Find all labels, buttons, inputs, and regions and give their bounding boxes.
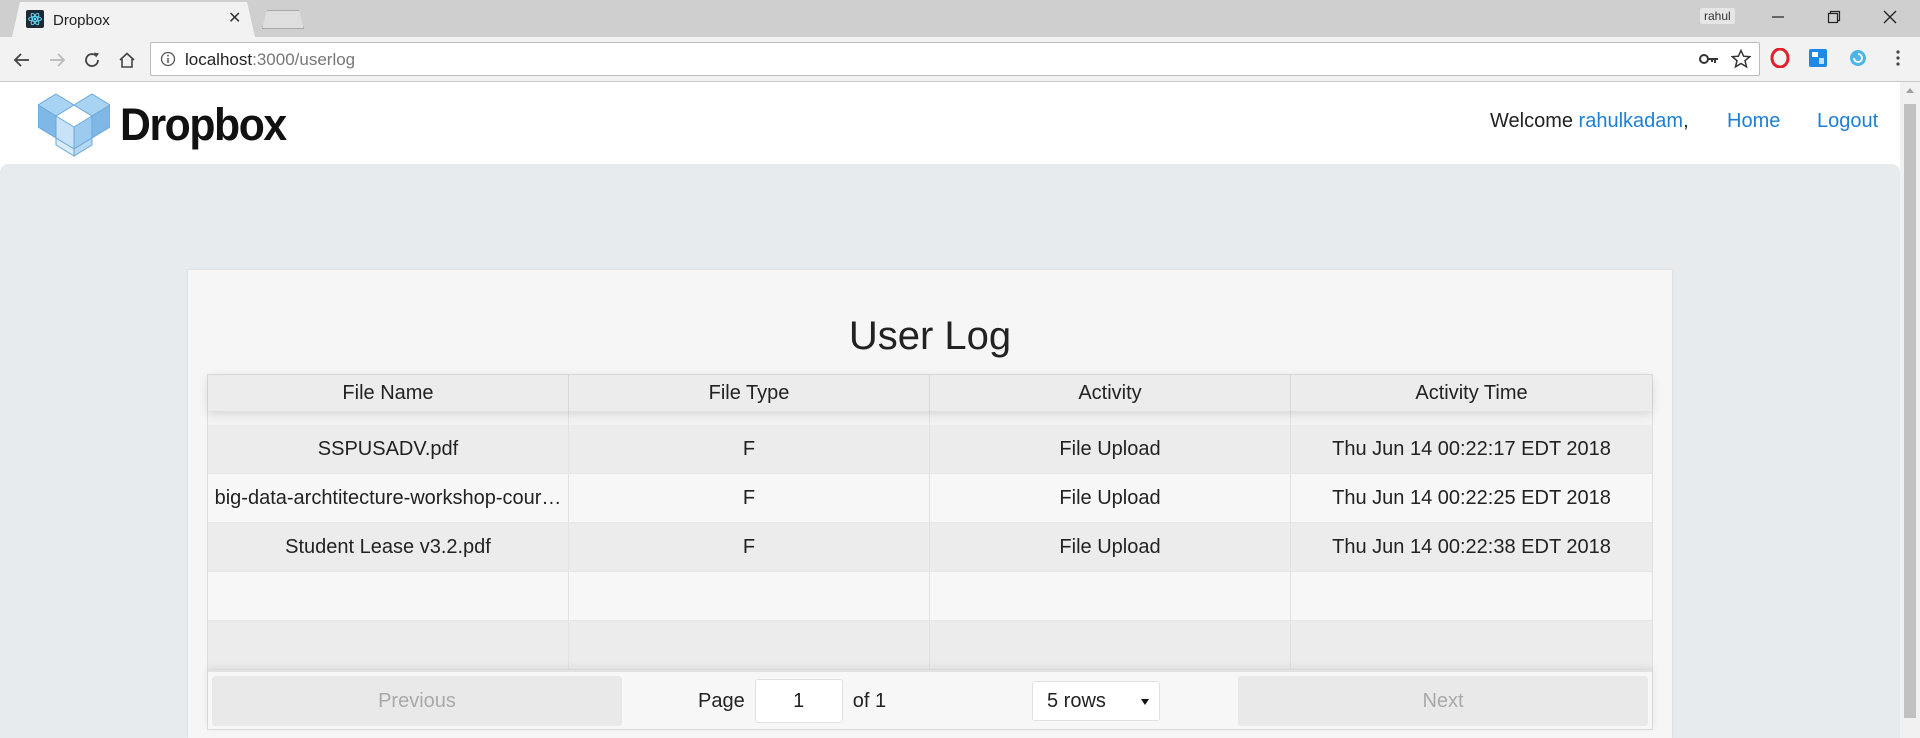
close-icon (1883, 10, 1897, 24)
cell-activity: File Upload (930, 523, 1291, 571)
column-header-file-type[interactable]: File Type (569, 375, 930, 411)
table-row[interactable]: big-data-archtitecture-workshop-cour… F … (208, 474, 1652, 523)
tab-title: Dropbox (53, 12, 110, 29)
back-arrow-icon (13, 53, 29, 67)
key-icon[interactable] (1699, 51, 1719, 67)
cell-file-name: SSPUSADV.pdf (208, 425, 569, 473)
column-header-activity-time[interactable]: Activity Time (1291, 375, 1652, 411)
scroll-thumb[interactable] (1904, 104, 1916, 718)
cell-activity-time: Thu Jun 14 00:22:25 EDT 2018 (1332, 487, 1611, 509)
user-log-table: File Name File Type Activity Activity Ti… (207, 374, 1653, 730)
table-body: SSPUSADV.pdf F File Upload Thu Jun 14 00… (208, 411, 1652, 670)
url-text: localhost:3000/userlog (185, 50, 356, 69)
next-button[interactable]: Next (1238, 676, 1648, 726)
cell-file-type: F (569, 523, 930, 571)
forward-arrow-icon (50, 53, 66, 67)
browser-tabstrip: Dropbox ✕ rahul (0, 0, 1920, 37)
restore-button[interactable] (1806, 0, 1862, 34)
table-spacer (208, 411, 1652, 425)
new-tab-button[interactable] (262, 10, 304, 29)
home-link[interactable]: Home (1727, 110, 1780, 133)
extension-globe-icon[interactable] (1848, 48, 1868, 68)
close-window-button[interactable] (1862, 0, 1918, 34)
page-number-input[interactable] (754, 679, 843, 723)
column-header-file-name[interactable]: File Name (208, 375, 569, 411)
react-icon (26, 10, 44, 28)
username-link[interactable]: rahulkadam (1579, 110, 1684, 132)
logout-link[interactable]: Logout (1817, 110, 1878, 133)
minimize-button[interactable] (1750, 0, 1806, 34)
column-header-activity[interactable]: Activity (930, 375, 1291, 411)
cell-activity: File Upload (930, 425, 1291, 473)
dropbox-box-icon (38, 93, 110, 157)
forward-button[interactable] (44, 47, 70, 73)
table-header: File Name File Type Activity Activity Ti… (208, 375, 1652, 411)
user-log-card: User Log File Name File Type Activity Ac… (188, 270, 1672, 738)
logo-text: Dropbox (120, 99, 287, 150)
welcome-text: Welcome rahulkadam, (1490, 110, 1689, 132)
profile-name[interactable]: rahul (1700, 8, 1735, 24)
browser-tab[interactable]: Dropbox ✕ (12, 2, 255, 37)
page-label: Page (698, 689, 745, 712)
cell-activity: File Upload (930, 474, 1291, 522)
tab-close-icon[interactable]: ✕ (228, 10, 241, 28)
home-browser-button[interactable] (114, 47, 140, 73)
previous-button[interactable]: Previous (212, 676, 622, 726)
page-title: User Log (848, 314, 1012, 358)
minimize-icon (1772, 16, 1784, 18)
table-row-empty (208, 621, 1652, 670)
scroll-up-icon[interactable] (1906, 88, 1914, 93)
extension-icon[interactable] (1808, 48, 1828, 68)
table-row[interactable]: SSPUSADV.pdf F File Upload Thu Jun 14 00… (208, 425, 1652, 474)
home-icon (119, 52, 135, 68)
rows-per-page-select[interactable]: 5 rows (1032, 681, 1160, 721)
page-total: of 1 (852, 689, 887, 712)
vertical-scrollbar[interactable] (1900, 82, 1920, 738)
pagination: Previous Page of 1 5 rows Next (208, 670, 1652, 729)
dropbox-logo[interactable]: Dropbox (38, 92, 295, 158)
table-row[interactable]: Student Lease v3.2.pdf F File Upload Thu… (208, 523, 1652, 572)
reload-icon (85, 52, 99, 67)
reload-button[interactable] (79, 47, 105, 73)
restore-icon (1827, 10, 1841, 24)
cell-file-name: big-data-archtitecture-workshop-cour… (208, 474, 569, 522)
cell-file-name: Student Lease v3.2.pdf (208, 523, 569, 571)
bookmark-star-icon[interactable] (1731, 49, 1751, 69)
cell-activity-time: Thu Jun 14 00:22:38 EDT 2018 (1332, 536, 1611, 558)
app-header: Dropbox Welcome rahulkadam, Home Logout (0, 82, 1900, 164)
table-row-empty (208, 572, 1652, 621)
page-indicator: Page of 1 (698, 679, 886, 723)
cell-activity-time: Thu Jun 14 00:22:17 EDT 2018 (1332, 438, 1611, 460)
menu-kebab-icon[interactable] (1888, 48, 1908, 68)
cell-file-type: F (569, 474, 930, 522)
info-icon[interactable] (160, 51, 176, 67)
address-bar[interactable]: localhost:3000/userlog (150, 42, 1760, 76)
opera-icon[interactable] (1770, 48, 1790, 68)
back-button[interactable] (9, 47, 35, 73)
page: Dropbox Welcome rahulkadam, Home Logout … (0, 82, 1900, 738)
browser-toolbar: localhost:3000/userlog (0, 37, 1920, 82)
caret-down-icon (1141, 699, 1149, 705)
cell-file-type: F (569, 425, 930, 473)
